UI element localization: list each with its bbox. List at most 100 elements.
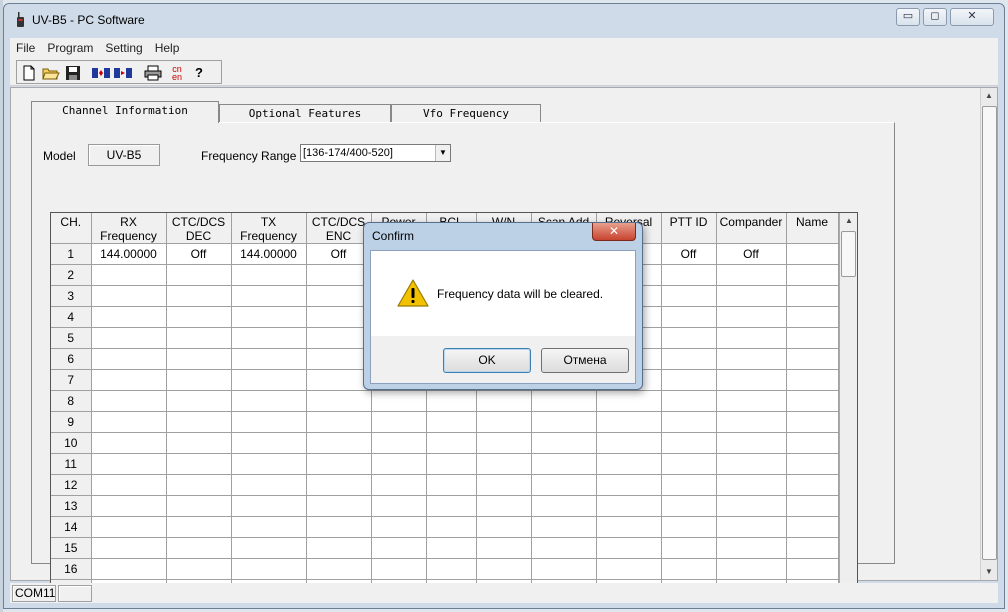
chevron-down-icon[interactable]: ▼ xyxy=(435,145,450,161)
grid-cell[interactable] xyxy=(786,516,839,538)
open-folder-icon[interactable] xyxy=(41,63,61,83)
close-button[interactable]: ✕ xyxy=(950,8,994,26)
grid-cell[interactable] xyxy=(91,432,167,454)
grid-cell[interactable] xyxy=(166,369,232,391)
grid-cell[interactable] xyxy=(166,327,232,349)
grid-cell[interactable] xyxy=(426,432,477,454)
grid-cell[interactable] xyxy=(166,390,232,412)
grid-scroll-thumb[interactable] xyxy=(841,231,856,277)
grid-cell[interactable] xyxy=(476,474,532,496)
grid-cell[interactable] xyxy=(306,474,372,496)
grid-cell[interactable] xyxy=(786,432,839,454)
grid-cell[interactable] xyxy=(91,348,167,370)
grid-cell[interactable] xyxy=(306,537,372,559)
grid-cell[interactable] xyxy=(371,495,427,517)
grid-cell[interactable] xyxy=(371,474,427,496)
grid-cell[interactable] xyxy=(596,453,662,475)
grid-cell[interactable] xyxy=(661,327,717,349)
grid-cell[interactable] xyxy=(661,264,717,286)
grid-cell[interactable] xyxy=(661,390,717,412)
grid-cell[interactable] xyxy=(231,306,307,328)
main-scroll-thumb[interactable] xyxy=(982,106,997,560)
grid-cell[interactable] xyxy=(91,390,167,412)
grid-cell[interactable] xyxy=(166,453,232,475)
grid-cell[interactable] xyxy=(306,453,372,475)
grid-cell[interactable] xyxy=(661,537,717,559)
grid-cell[interactable] xyxy=(596,390,662,412)
grid-cell[interactable] xyxy=(531,558,597,580)
grid-cell[interactable] xyxy=(166,348,232,370)
grid-cell[interactable] xyxy=(661,348,717,370)
grid-cell[interactable] xyxy=(166,306,232,328)
grid-cell[interactable] xyxy=(716,390,787,412)
grid-cell[interactable] xyxy=(91,558,167,580)
grid-cell[interactable] xyxy=(786,285,839,307)
grid-cell[interactable] xyxy=(476,390,532,412)
grid-cell[interactable] xyxy=(231,327,307,349)
grid-cell[interactable] xyxy=(371,558,427,580)
grid-cell[interactable]: Off xyxy=(661,243,717,265)
main-vertical-scrollbar[interactable]: ▲ ▼ xyxy=(980,88,997,580)
grid-cell[interactable] xyxy=(661,432,717,454)
grid-cell[interactable] xyxy=(716,558,787,580)
grid-cell[interactable] xyxy=(306,264,372,286)
grid-cell[interactable] xyxy=(91,453,167,475)
grid-cell[interactable] xyxy=(306,495,372,517)
grid-cell[interactable] xyxy=(661,516,717,538)
grid-cell[interactable] xyxy=(166,558,232,580)
dialog-close-button[interactable]: ✕ xyxy=(592,223,636,241)
grid-cell[interactable] xyxy=(166,432,232,454)
grid-cell[interactable] xyxy=(786,348,839,370)
grid-cell[interactable] xyxy=(596,537,662,559)
grid-cell[interactable] xyxy=(231,411,307,433)
grid-cell[interactable] xyxy=(166,264,232,286)
grid-cell[interactable] xyxy=(716,306,787,328)
grid-cell[interactable] xyxy=(306,285,372,307)
grid-cell[interactable] xyxy=(786,495,839,517)
save-disk-icon[interactable] xyxy=(63,63,83,83)
grid-cell[interactable] xyxy=(476,537,532,559)
frequency-range-select[interactable]: [136-174/400-520] ▼ xyxy=(300,144,451,162)
grid-cell[interactable] xyxy=(426,537,477,559)
grid-cell[interactable] xyxy=(786,327,839,349)
new-file-icon[interactable] xyxy=(19,63,39,83)
scroll-up-icon[interactable]: ▲ xyxy=(981,88,997,104)
grid-cell[interactable]: Off xyxy=(166,243,232,265)
grid-cell[interactable] xyxy=(91,327,167,349)
tab-vfo-frequency[interactable]: Vfo Frequency xyxy=(391,104,541,122)
grid-cell[interactable] xyxy=(231,495,307,517)
tab-optional-features[interactable]: Optional Features xyxy=(219,104,391,122)
grid-cell[interactable] xyxy=(91,306,167,328)
grid-cell[interactable] xyxy=(426,495,477,517)
grid-cell[interactable] xyxy=(476,453,532,475)
grid-cell[interactable] xyxy=(661,453,717,475)
grid-cell[interactable] xyxy=(716,264,787,286)
scroll-up-icon[interactable]: ▲ xyxy=(841,213,857,229)
grid-cell[interactable] xyxy=(661,306,717,328)
grid-cell[interactable] xyxy=(716,516,787,538)
grid-cell[interactable]: 144.00000 xyxy=(231,243,307,265)
grid-cell[interactable] xyxy=(306,306,372,328)
grid-cell[interactable] xyxy=(426,411,477,433)
help-question-icon[interactable]: ? xyxy=(189,63,209,83)
grid-cell[interactable] xyxy=(306,327,372,349)
grid-cell[interactable] xyxy=(426,474,477,496)
grid-cell[interactable] xyxy=(426,558,477,580)
grid-cell[interactable] xyxy=(91,537,167,559)
menu-program[interactable]: Program xyxy=(41,41,99,55)
grid-cell[interactable] xyxy=(716,537,787,559)
grid-cell[interactable] xyxy=(371,453,427,475)
grid-cell[interactable] xyxy=(531,537,597,559)
grid-cell[interactable] xyxy=(166,537,232,559)
grid-cell[interactable] xyxy=(596,474,662,496)
grid-cell[interactable] xyxy=(716,453,787,475)
grid-cell[interactable] xyxy=(661,285,717,307)
grid-cell[interactable] xyxy=(91,516,167,538)
grid-cell[interactable] xyxy=(786,474,839,496)
write-to-radio-icon[interactable] xyxy=(113,63,133,83)
grid-cell[interactable] xyxy=(786,411,839,433)
grid-cell[interactable] xyxy=(426,516,477,538)
grid-cell[interactable] xyxy=(786,453,839,475)
grid-cell[interactable] xyxy=(786,390,839,412)
grid-cell[interactable] xyxy=(306,390,372,412)
